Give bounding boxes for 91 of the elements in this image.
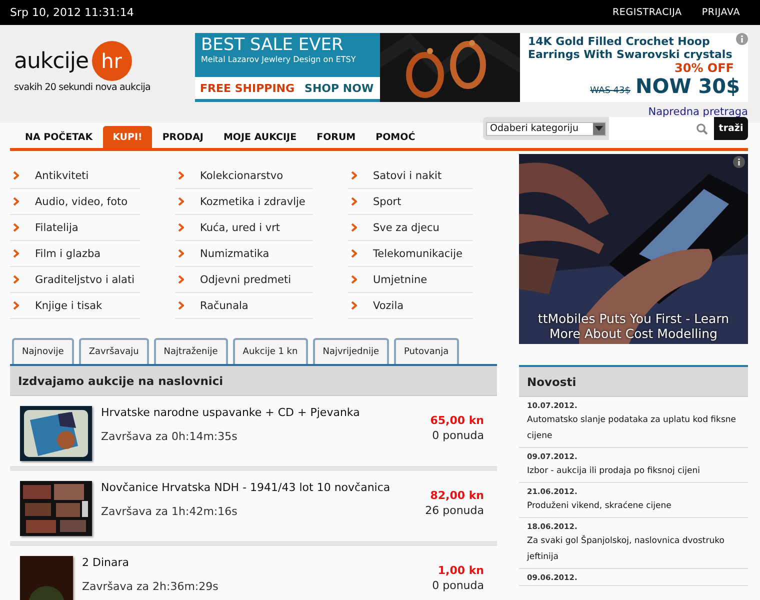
nav-tab[interactable]: POMOĆ bbox=[366, 126, 426, 148]
category-link[interactable]: Vozila bbox=[373, 300, 404, 312]
ad-caption: ttMobiles Puts You First - Learn More About Cost Modelling bbox=[536, 311, 730, 341]
category-link[interactable]: Numizmatika bbox=[200, 248, 270, 260]
category-link[interactable]: Antikviteti bbox=[35, 170, 89, 182]
chevron-icon bbox=[13, 301, 19, 310]
category-link[interactable]: Filatelija bbox=[35, 222, 78, 234]
price: 65,00 kn bbox=[429, 414, 484, 427]
tagline: svakih 20 sekundi nova aukcija bbox=[14, 82, 152, 93]
bid-count: 26 ponuda bbox=[424, 504, 484, 517]
logo-text[interactable]: aukcije bbox=[14, 48, 89, 74]
tab[interactable]: Najvrijednije bbox=[312, 338, 390, 364]
chevron-icon bbox=[178, 197, 184, 206]
category-link[interactable]: Sve za djecu bbox=[373, 222, 440, 234]
tab[interactable]: Najnovije bbox=[12, 338, 74, 364]
category-link[interactable]: Knjige i tisak bbox=[35, 300, 102, 312]
nav-tab[interactable]: NA POČETAK bbox=[15, 126, 103, 148]
ad-text: SHOP NOW bbox=[304, 82, 374, 94]
auction-title[interactable]: Novčanice Hrvatska NDH - 1941/43 lot 10 novčanica bbox=[101, 481, 394, 494]
chevron-icon bbox=[351, 223, 357, 232]
time-left: Završava za 1h:42m:16s bbox=[101, 505, 238, 518]
nav-tab[interactable]: MOJE AUKCIJE bbox=[213, 126, 307, 148]
nav-tab[interactable]: KUPI! bbox=[102, 126, 152, 148]
chevron-icon bbox=[13, 197, 19, 206]
tab[interactable]: Aukcije 1 kn bbox=[232, 338, 308, 364]
news-link[interactable]: Za svaki gol Španjolskoj, naslovnica dvostruko jeftinija bbox=[527, 533, 742, 565]
chevron-icon bbox=[13, 249, 19, 258]
news-link[interactable]: Produženi vikend, skraćene cijene bbox=[527, 498, 742, 514]
category-link[interactable]: Kozmetika i zdravlje bbox=[200, 196, 306, 208]
category-link[interactable]: Računala bbox=[200, 300, 248, 312]
chevron-icon bbox=[351, 171, 357, 180]
old-price: WAS 43$ bbox=[590, 86, 630, 96]
auction-title[interactable]: 2 Dinara bbox=[82, 556, 394, 569]
chevron-icon bbox=[351, 275, 357, 284]
category-select[interactable]: Odaberi kategoriju bbox=[486, 122, 606, 136]
tab[interactable]: Najtraženije bbox=[154, 338, 228, 364]
bid-count: 0 ponuda bbox=[431, 579, 484, 592]
news-link[interactable]: Izbor - aukcija ili prodaja po fiksnoj cijeni bbox=[527, 463, 742, 479]
info-icon bbox=[736, 33, 748, 45]
section-title: Izdvajamo aukcije na naslovnici bbox=[10, 366, 497, 396]
category-link[interactable]: Umjetnine bbox=[373, 274, 428, 286]
chevron-icon bbox=[178, 249, 184, 258]
tab[interactable]: Završavaju bbox=[78, 338, 149, 364]
ad-text: FREE SHIPPING bbox=[200, 82, 295, 94]
time-left: Završava za 2h:36m:29s bbox=[82, 580, 220, 593]
time-left: Završava za 0h:14m:35s bbox=[101, 430, 238, 443]
price: 82,00 kn bbox=[429, 489, 484, 502]
category-link[interactable]: Kuća, ured i vrt bbox=[200, 222, 280, 234]
category-link[interactable]: Graditeljstvo i alati bbox=[35, 274, 135, 286]
advanced-search-link[interactable]: Napredna pretraga bbox=[648, 106, 748, 118]
search-button[interactable]: traži bbox=[714, 117, 748, 140]
category-link[interactable]: Odjevni predmeti bbox=[200, 274, 292, 286]
top-link[interactable]: REGISTRACIJA bbox=[612, 7, 682, 18]
nav-tab[interactable]: PRODAJ bbox=[152, 126, 214, 148]
banner-ad[interactable]: BEST SALE EVER Meital Lazarov Jewlery Design on ETSY FREE SHIPPING SHOP NOW 14K Gold Filled Crochet Hoop Earrings With Swarovski crystals 30% OFF WAS 43$ NOW 30$ bbox=[195, 33, 748, 102]
chevron-icon bbox=[178, 171, 184, 180]
new-price: NOW 30$ bbox=[635, 75, 740, 97]
info-icon bbox=[733, 156, 745, 168]
price: 1,00 kn bbox=[436, 564, 484, 577]
tab[interactable]: Putovanja bbox=[394, 338, 459, 364]
category-link[interactable]: Sport bbox=[373, 196, 402, 208]
search-field[interactable] bbox=[609, 117, 714, 140]
category-link[interactable]: Audio, video, foto bbox=[35, 196, 128, 208]
side-ad[interactable]: ttMobiles Puts You First - Learn More About Cost Modelling bbox=[519, 154, 748, 344]
chevron-icon bbox=[178, 223, 184, 232]
category-link[interactable]: Kolekcionarstvo bbox=[200, 170, 283, 182]
search-icon bbox=[696, 122, 708, 134]
ad-subline: Meital Lazarov Jewlery Design on ETSY bbox=[201, 55, 357, 64]
date-time: Srp 10, 2012 11:31:14 bbox=[10, 6, 134, 19]
section-title: Novosti bbox=[519, 367, 748, 397]
nav-tab[interactable]: FORUM bbox=[306, 126, 366, 148]
chevron-icon bbox=[351, 301, 357, 310]
category-link[interactable]: Satovi i nakit bbox=[373, 170, 442, 182]
top-link[interactable]: PRIJAVA bbox=[702, 7, 740, 18]
dropdown-icon bbox=[593, 122, 605, 134]
chevron-icon bbox=[13, 171, 19, 180]
chevron-icon bbox=[13, 275, 19, 284]
bid-count: 0 ponuda bbox=[431, 429, 484, 442]
ad-product-title: 14K Gold Filled Crochet Hoop Earrings With Swarovski crystals bbox=[528, 35, 734, 61]
news-link[interactable]: Automatsko slanje podataka za uplatu kod fiksne cijene bbox=[527, 412, 742, 444]
category-link[interactable]: Film i glazba bbox=[35, 248, 101, 260]
chevron-icon bbox=[178, 301, 184, 310]
ad-headline: BEST SALE EVER bbox=[201, 35, 344, 55]
ad-discount: 30% OFF bbox=[674, 61, 734, 75]
auction-title[interactable]: Hrvatske narodne uspavanke + CD + Pjevanka bbox=[101, 406, 394, 419]
chevron-icon bbox=[351, 249, 357, 258]
logo-badge[interactable]: hr bbox=[92, 41, 132, 81]
chevron-icon bbox=[178, 275, 184, 284]
chevron-icon bbox=[13, 223, 19, 232]
category-link[interactable]: Telekomunikacije bbox=[373, 248, 462, 260]
chevron-icon bbox=[351, 197, 357, 206]
